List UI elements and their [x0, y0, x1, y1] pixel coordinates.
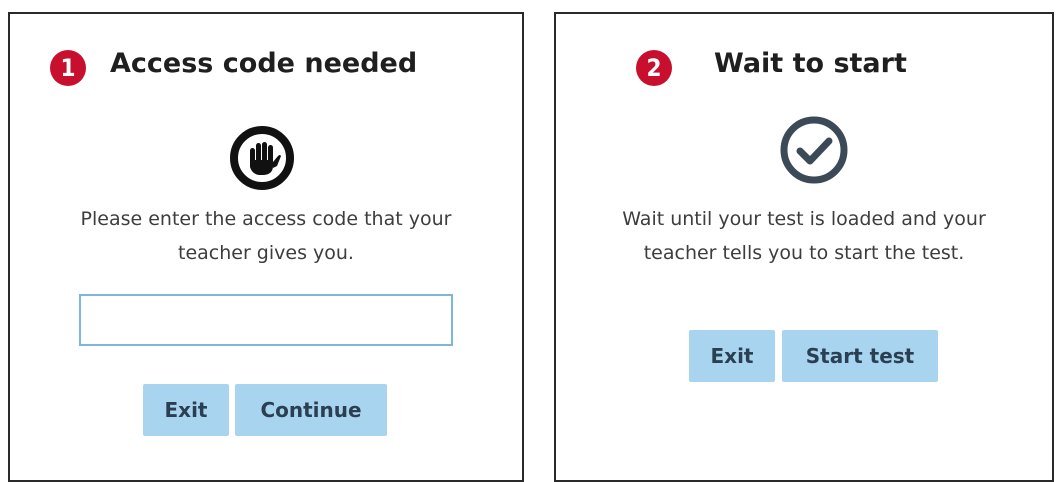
- exit-button[interactable]: Exit: [689, 330, 775, 382]
- step-number-badge: 2: [636, 50, 672, 86]
- panel-title: Wait to start: [714, 48, 907, 79]
- wait-to-start-panel: 2 Wait to start Wait until your test is …: [554, 12, 1054, 482]
- access-code-panel: 1 Access code needed Please enter the ac…: [8, 12, 524, 482]
- instruction-line-1: Please enter the access code that your: [80, 208, 452, 230]
- check-circle-icon: [778, 114, 850, 186]
- step-number-badge: 1: [50, 50, 86, 86]
- start-test-button[interactable]: Start test: [782, 330, 938, 382]
- panel-title: Access code needed: [110, 48, 418, 79]
- instruction-line-1: Wait until your test is loaded and your: [622, 208, 986, 230]
- instruction-line-2: teacher gives you.: [178, 242, 354, 264]
- instruction-text: Wait until your test is loaded and your …: [556, 202, 1052, 270]
- exit-button[interactable]: Exit: [143, 384, 229, 436]
- instruction-text: Please enter the access code that your t…: [10, 202, 522, 270]
- hand-stop-icon: [228, 124, 296, 192]
- access-code-input[interactable]: [79, 294, 453, 346]
- instruction-line-2: teacher tells you to start the test.: [643, 242, 965, 264]
- continue-button[interactable]: Continue: [235, 384, 387, 436]
